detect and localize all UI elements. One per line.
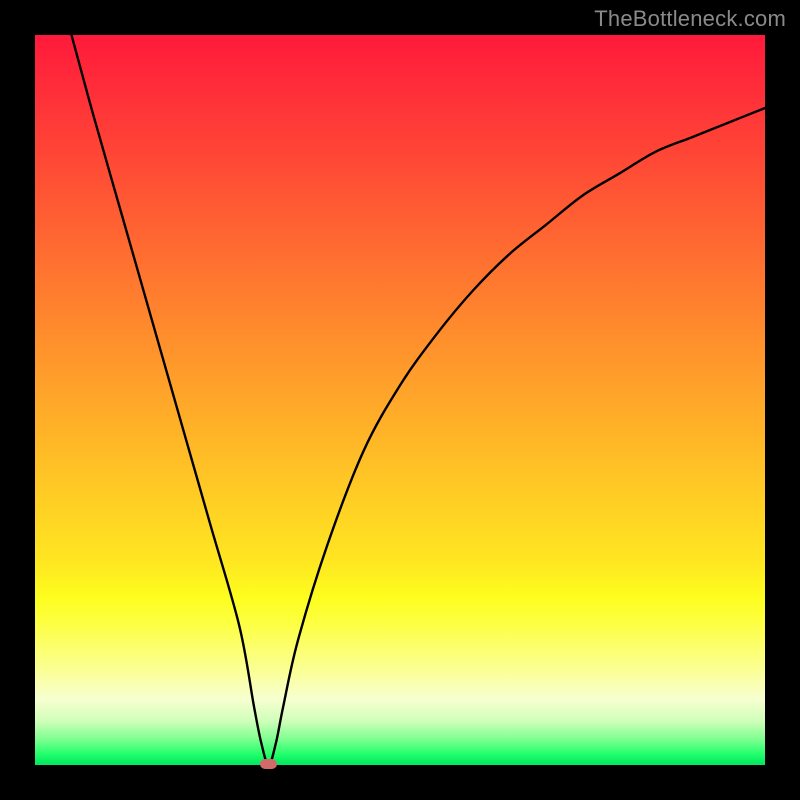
sweet-spot-marker	[260, 759, 277, 769]
chart-frame: TheBottleneck.com	[0, 0, 800, 800]
plot-area	[35, 35, 765, 765]
watermark-text: TheBottleneck.com	[594, 6, 786, 32]
bottleneck-curve	[35, 35, 765, 765]
